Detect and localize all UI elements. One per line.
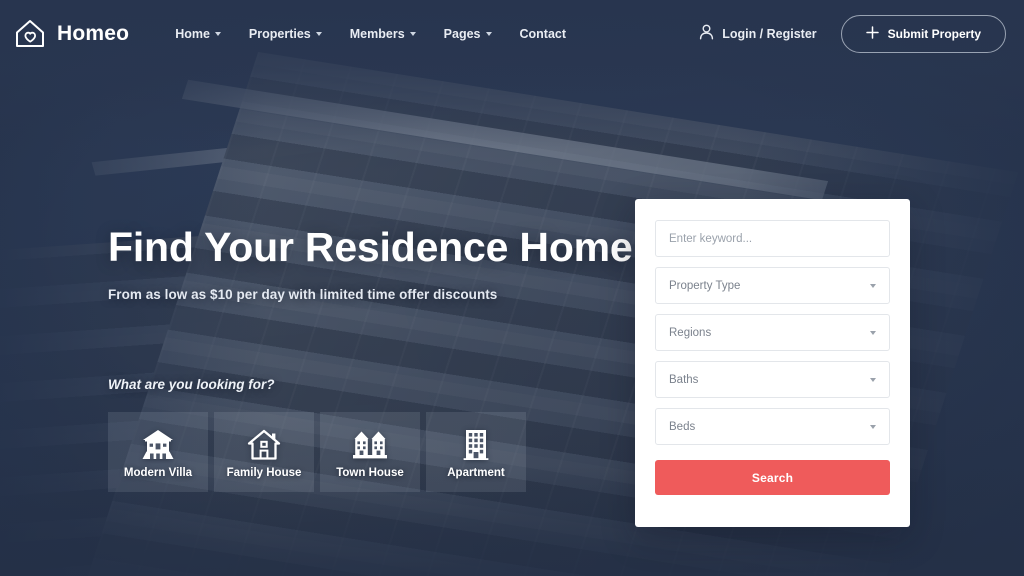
main-navigation: Home Properties Members Pages Contact [175, 21, 594, 47]
hero-subtitle: From as low as $10 per day with limited … [108, 286, 498, 302]
house-heart-icon [14, 18, 48, 49]
header-actions: Login / Register Submit Property [699, 14, 1006, 53]
search-button[interactable]: Search [655, 460, 890, 495]
baths-label: Baths [669, 373, 699, 386]
hero-copy: Find Your Residence Home From as low as … [108, 224, 633, 302]
nav-item-home[interactable]: Home [175, 21, 249, 47]
baths-select[interactable]: Baths [655, 361, 890, 398]
login-register-link[interactable]: Login / Register [699, 24, 817, 43]
nav-label: Contact [519, 26, 567, 41]
keyword-field[interactable] [655, 220, 890, 257]
site-logo[interactable]: Homeo [14, 18, 129, 49]
nav-item-members[interactable]: Members [350, 21, 444, 47]
category-card-apartment[interactable]: Apartment [426, 412, 526, 492]
site-header: Homeo Home Properties Members Pages Cont… [0, 0, 1024, 67]
regions-select[interactable]: Regions [655, 314, 890, 351]
category-label: Modern Villa [123, 466, 193, 479]
submit-property-button[interactable]: Submit Property [840, 14, 1006, 53]
beds-label: Beds [669, 420, 696, 433]
family-house-icon [247, 426, 281, 460]
property-type-select[interactable]: Property Type [655, 267, 890, 304]
chevron-down-icon [870, 377, 876, 382]
logo-text: Homeo [57, 21, 130, 45]
category-card-family-house[interactable]: Family House [214, 412, 314, 492]
login-register-label: Login / Register [722, 26, 817, 41]
nav-label: Members [349, 26, 405, 41]
nav-item-contact[interactable]: Contact [520, 21, 595, 47]
category-label: Apartment [447, 466, 505, 479]
modern-villa-icon [141, 426, 175, 460]
apartment-icon [462, 426, 490, 460]
nav-label: Home [175, 26, 210, 41]
town-house-icon [352, 426, 388, 460]
nav-item-pages[interactable]: Pages [444, 21, 520, 47]
user-icon [699, 24, 714, 43]
category-label: Town House [336, 466, 404, 479]
chevron-down-icon [315, 32, 322, 36]
chevron-down-icon [870, 424, 876, 429]
chevron-down-icon [409, 32, 416, 36]
category-prompt: What are you looking for? [108, 377, 275, 392]
plus-icon [865, 25, 879, 42]
nav-label: Properties [248, 26, 311, 41]
nav-label: Pages [443, 26, 481, 41]
hero-title: Find Your Residence Home [108, 224, 633, 270]
chevron-down-icon [870, 283, 876, 288]
chevron-down-icon [870, 330, 876, 335]
chevron-down-icon [485, 32, 492, 36]
property-type-label: Property Type [669, 279, 741, 292]
regions-label: Regions [669, 326, 712, 339]
category-card-town-house[interactable]: Town House [320, 412, 420, 492]
nav-item-properties[interactable]: Properties [249, 21, 350, 47]
category-card-modern-villa[interactable]: Modern Villa [108, 412, 208, 492]
category-label: Family House [226, 466, 302, 479]
page-root: Homeo Home Properties Members Pages Cont… [0, 0, 1024, 576]
category-cards: Modern Villa Family House Town House Apa… [108, 412, 526, 492]
chevron-down-icon [214, 32, 221, 36]
submit-property-label: Submit Property [887, 26, 981, 41]
property-search-panel: Property Type Regions Baths Beds Search [635, 199, 910, 527]
beds-select[interactable]: Beds [655, 408, 890, 445]
search-input[interactable] [669, 232, 876, 245]
